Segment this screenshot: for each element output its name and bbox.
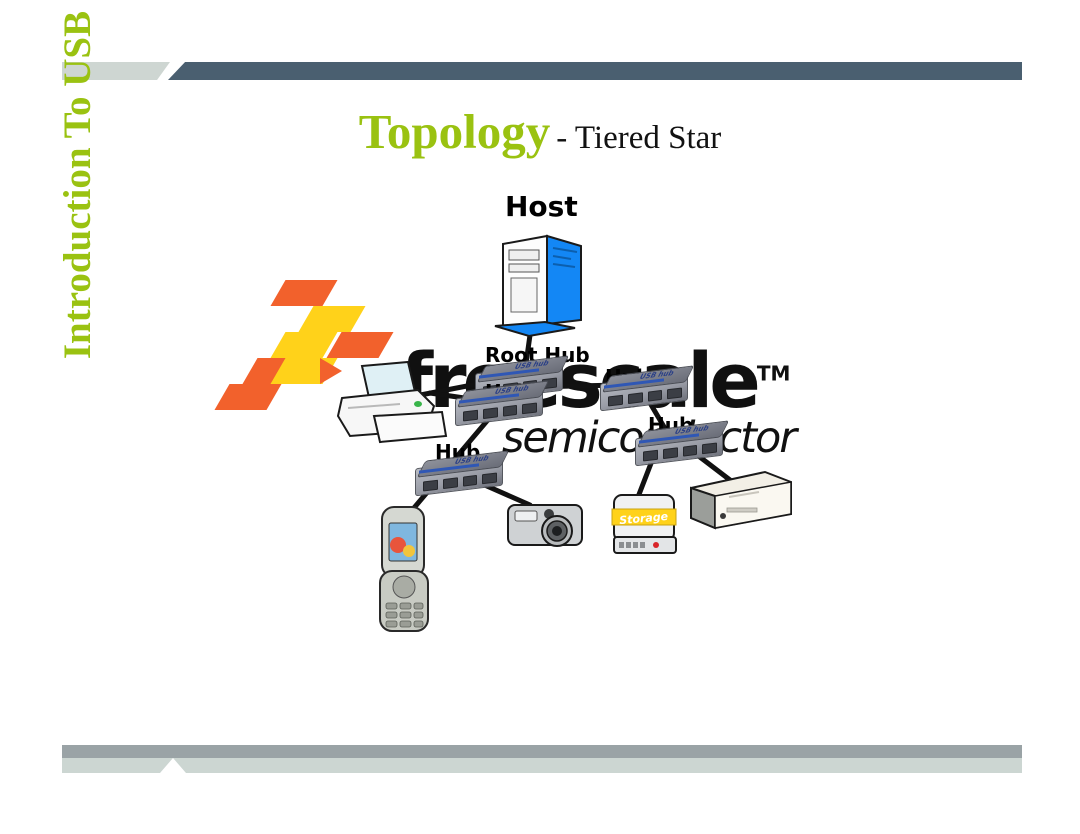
footer-bar-light-segment [62, 758, 1022, 773]
host-computer-icon [494, 234, 582, 338]
page-title: Topology - Tiered Star [0, 103, 1080, 160]
page-title-subtitle: - Tiered Star [556, 120, 722, 156]
digital-camera-device-icon [507, 504, 583, 547]
storage-drive-device-icon: Storage [611, 494, 677, 554]
header-decoration-bar [0, 0, 1080, 100]
usb-topology-diagram: freescaleTM semiconductor Hos [214, 175, 830, 655]
host-label: Host [505, 190, 578, 223]
hub-a-device-icon: USB hub [455, 380, 550, 427]
hub-b-device-icon: USB hub [600, 365, 695, 412]
footer-notch-marker-icon [160, 758, 186, 773]
sidebar-section-label: Introduction To USB [55, 10, 99, 360]
hub-d-device-icon: USB hub [415, 450, 510, 497]
mobile-phone-device-icon [379, 506, 429, 632]
header-bar-dark-segment [168, 62, 1022, 80]
printer-device-icon [336, 360, 448, 444]
footer-bar-dark-segment [62, 745, 1022, 758]
optical-drive-device-icon [690, 470, 792, 530]
hub-c-device-icon: USB hub [635, 420, 730, 467]
page-title-main: Topology [358, 104, 551, 159]
